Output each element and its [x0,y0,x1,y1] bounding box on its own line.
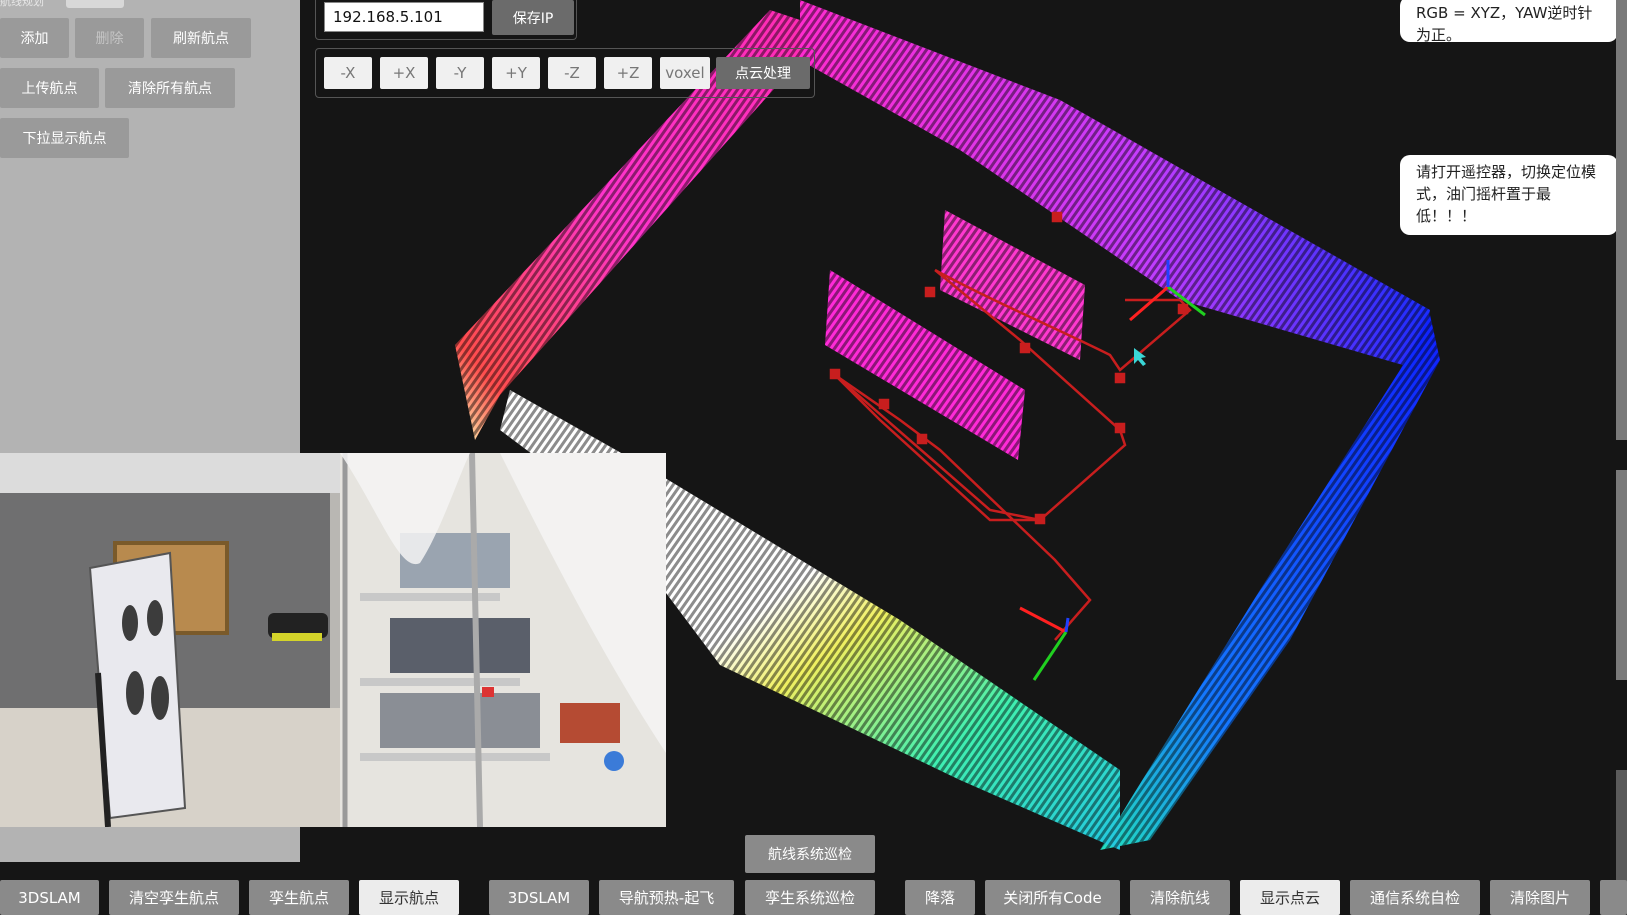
navigation-preheat-takeoff-button[interactable]: 导航预热-起飞 [599,880,734,915]
slam-button-1[interactable]: 3DSLAM [0,880,99,915]
minus-y-button[interactable]: -Y [436,57,484,89]
twin-system-inspection-button[interactable]: 孪生系统巡检 [745,880,875,915]
scrollbar-track-lower[interactable] [1616,470,1627,680]
axis-marker-bottom [1019,606,1070,681]
ip-input[interactable] [324,2,484,32]
rgb-axis-note: RGB = XYZ，YAW逆时针为正。 [1400,0,1618,42]
remote-controller-note: 请打开遥控器，切换定位模式，油门摇杆置于最低！！！ [1400,155,1618,235]
clear-twin-waypoints-button[interactable]: 清空孪生航点 [109,880,239,915]
plus-z-button[interactable]: +Z [604,57,652,89]
minus-x-button[interactable]: -X [324,57,372,89]
comm-system-selfcheck-button[interactable]: 通信系统自检 [1350,880,1480,915]
voxel-button[interactable]: voxel [660,57,710,89]
pointcloud-process-button[interactable]: 点云处理 [716,57,810,89]
clear-route-button[interactable]: 清除航线 [1130,880,1230,915]
delete-button[interactable]: 删除 [75,18,144,58]
plus-y-button[interactable]: +Y [492,57,540,89]
close-all-code-button[interactable]: 关闭所有Code [985,880,1120,915]
slam-button-2[interactable]: 3DSLAM [489,880,589,915]
route-system-inspection-button[interactable]: 航线系统巡检 [745,835,875,873]
panel-header-label: 航线规划 [0,0,44,8]
save-ip-button[interactable]: 保存IP [492,0,574,35]
plus-x-button[interactable]: +X [380,57,428,89]
show-waypoints-button[interactable]: 显示航点 [359,880,459,915]
minus-z-button[interactable]: -Z [548,57,596,89]
dropdown-show-waypoints-button[interactable]: 下拉显示航点 [0,118,129,158]
mode-toggle[interactable] [66,0,124,8]
overflow-button[interactable] [1600,880,1627,915]
clear-all-waypoints-button[interactable]: 清除所有航点 [105,68,235,108]
refresh-waypoints-button[interactable]: 刷新航点 [151,18,251,58]
camera-feed [0,453,666,827]
camera-image [0,453,666,827]
upload-waypoints-button[interactable]: 上传航点 [0,68,99,108]
panel-footer [0,827,300,862]
add-button[interactable]: 添加 [0,18,69,58]
twin-waypoints-button[interactable]: 孪生航点 [249,880,349,915]
land-button[interactable]: 降落 [905,880,975,915]
show-pointcloud-button[interactable]: 显示点云 [1240,880,1340,915]
clear-images-button[interactable]: 清除图片 [1490,880,1590,915]
scrollbar-track-upper[interactable] [1616,0,1627,440]
